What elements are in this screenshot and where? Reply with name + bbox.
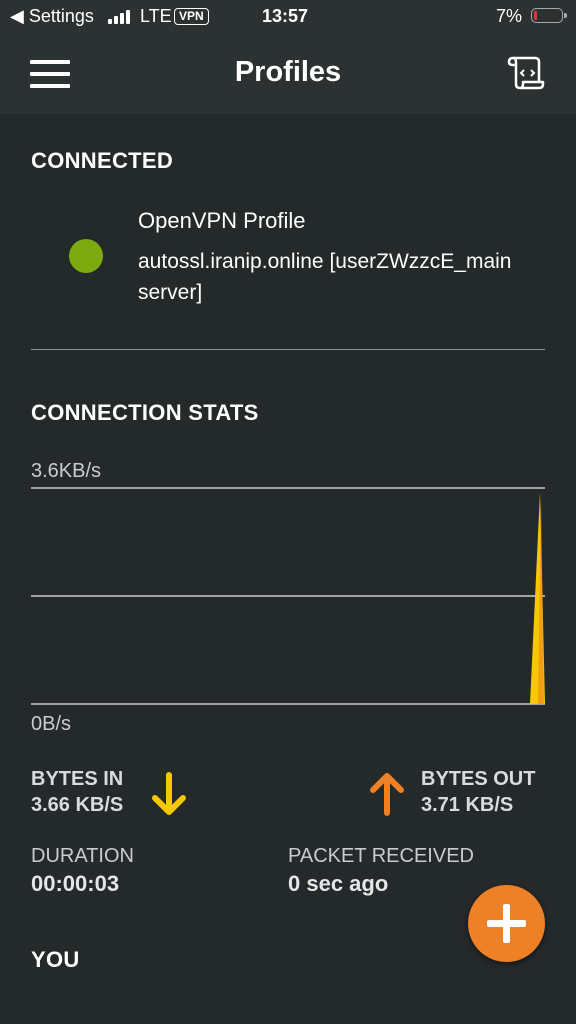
connected-section-title: CONNECTED (31, 148, 174, 173)
packet-received-label: PACKET RECEIVED (288, 845, 474, 867)
page-title: Profiles (234, 56, 342, 88)
code-script-icon[interactable] (505, 52, 545, 92)
section-divider (31, 349, 545, 350)
bytes-out-label: BYTES OUT (421, 768, 536, 790)
add-profile-button[interactable] (468, 885, 545, 962)
graph-min-label: 0B/s (31, 713, 72, 735)
bytes-in-value: 3.66 KB/S (31, 794, 124, 816)
you-section-title: YOU (31, 947, 80, 972)
throughput-graph (31, 487, 545, 705)
back-to-settings-link[interactable]: ◀ Settings (10, 6, 94, 27)
connection-status-indicator (69, 239, 103, 273)
status-bar: ◀ Settings LTE VPN 13:57 7% (0, 0, 576, 34)
duration-value: 00:00:03 (31, 871, 120, 896)
cellular-signal-icon (108, 10, 132, 24)
bytes-out-value: 3.71 KB/S (421, 794, 514, 816)
graph-max-label: 3.6KB/s (31, 460, 102, 482)
network-type: LTE (140, 6, 172, 26)
app-header: Profiles (0, 34, 576, 114)
profile-server[interactable]: autossl.iranip.online [userZWzzcE_main s… (138, 246, 538, 308)
profile-name[interactable]: OpenVPN Profile (138, 208, 306, 234)
clock: 13:57 (262, 6, 309, 26)
connection-stats-title: CONNECTION STATS (31, 400, 259, 425)
vpn-badge: VPN (174, 8, 209, 25)
arrow-up-icon (370, 773, 404, 816)
battery-percent: 7% (496, 6, 523, 26)
packet-received-value: 0 sec ago (288, 871, 389, 896)
battery-icon (531, 8, 567, 23)
arrow-down-icon (152, 772, 186, 815)
duration-label: DURATION (31, 845, 134, 867)
bytes-in-label: BYTES IN (31, 768, 124, 790)
